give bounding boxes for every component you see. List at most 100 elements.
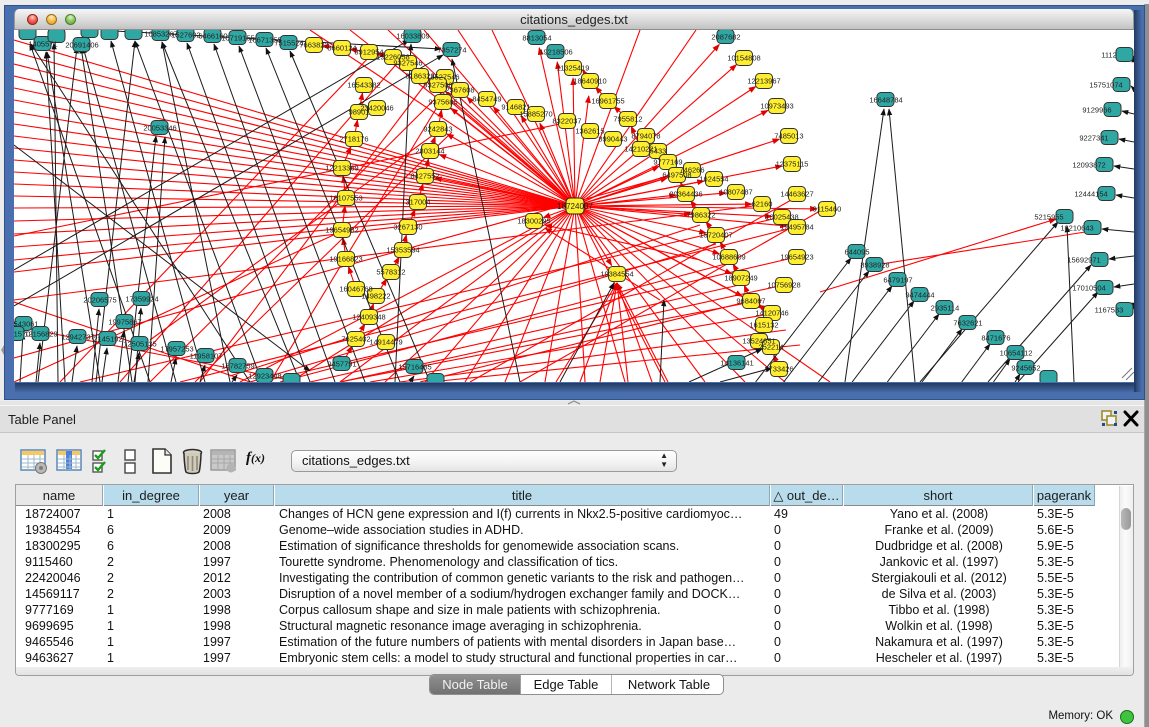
svg-text:6479197: 6479197 bbox=[883, 276, 912, 285]
svg-text:16210643: 16210643 bbox=[1060, 224, 1093, 233]
svg-text:17359924: 17359924 bbox=[125, 295, 158, 304]
svg-text:16543382: 16543382 bbox=[347, 81, 380, 90]
svg-text:252214: 252214 bbox=[758, 343, 783, 352]
svg-text:20206575: 20206575 bbox=[83, 296, 116, 305]
svg-text:10973493: 10973493 bbox=[760, 102, 793, 111]
svg-text:16107553: 16107553 bbox=[329, 194, 362, 203]
svg-text:9777169: 9777169 bbox=[653, 158, 682, 167]
svg-text:7986322: 7986322 bbox=[686, 211, 715, 220]
svg-text:12375115: 12375115 bbox=[776, 160, 809, 169]
svg-text:8471676: 8471676 bbox=[981, 334, 1010, 343]
svg-text:16961755: 16961755 bbox=[591, 97, 624, 106]
svg-text:12409348: 12409348 bbox=[352, 313, 385, 322]
svg-text:9474444: 9474444 bbox=[905, 291, 934, 300]
svg-text:11958107: 11958107 bbox=[190, 352, 223, 361]
svg-text:8454749: 8454749 bbox=[472, 95, 501, 104]
svg-text:19654923: 19654923 bbox=[780, 253, 813, 262]
svg-text:7632621: 7632621 bbox=[953, 319, 982, 328]
svg-text:9242843: 9242843 bbox=[423, 125, 452, 134]
svg-text:1167533: 1167533 bbox=[1095, 306, 1124, 315]
svg-text:11325419: 11325419 bbox=[557, 64, 590, 73]
svg-text:12444154: 12444154 bbox=[1074, 190, 1107, 199]
svg-text:1112: 1112 bbox=[1101, 51, 1117, 60]
svg-text:8813054: 8813054 bbox=[522, 34, 551, 43]
svg-text:1527602: 1527602 bbox=[171, 31, 200, 40]
svg-text:12505135: 12505135 bbox=[123, 340, 156, 349]
svg-text:12213369: 12213369 bbox=[325, 164, 358, 173]
svg-text:8660124: 8660124 bbox=[327, 44, 356, 53]
svg-text:62160: 62160 bbox=[752, 200, 773, 209]
svg-text:15692971: 15692971 bbox=[1067, 256, 1100, 265]
svg-text:10654112: 10654112 bbox=[1000, 349, 1033, 358]
svg-text:1405571: 1405571 bbox=[28, 40, 57, 49]
svg-text:15720407: 15720407 bbox=[699, 231, 732, 240]
svg-text:1543061: 1543061 bbox=[14, 320, 39, 329]
svg-text:18640910: 18640910 bbox=[573, 77, 606, 86]
svg-text:2087682: 2087682 bbox=[711, 33, 740, 42]
svg-text:19166823: 19166823 bbox=[329, 255, 362, 264]
svg-text:20364436: 20364436 bbox=[669, 190, 702, 199]
svg-text:98901: 98901 bbox=[349, 108, 370, 117]
svg-text:3267130: 3267130 bbox=[393, 223, 422, 232]
svg-text:19384554: 19384554 bbox=[600, 270, 633, 279]
svg-text:317004: 317004 bbox=[405, 198, 430, 207]
svg-text:1615132: 1615132 bbox=[749, 321, 778, 330]
svg-text:10756928: 10756928 bbox=[767, 281, 800, 290]
svg-text:9115460: 9115460 bbox=[813, 205, 842, 214]
svg-text:12156829: 12156829 bbox=[24, 330, 57, 339]
svg-text:20053346: 20053346 bbox=[143, 124, 176, 133]
svg-text:2935114: 2935114 bbox=[931, 304, 960, 313]
svg-text:7357274: 7357274 bbox=[437, 46, 466, 55]
svg-text:14463627: 14463627 bbox=[780, 190, 813, 199]
svg-text:9129966: 9129966 bbox=[1082, 106, 1111, 115]
svg-text:1624554: 1624554 bbox=[699, 175, 728, 184]
svg-text:14136141: 14136141 bbox=[720, 359, 753, 368]
svg-text:12213967: 12213967 bbox=[747, 77, 780, 86]
svg-text:2367608: 2367608 bbox=[445, 86, 474, 95]
svg-text:2145192: 2145192 bbox=[93, 335, 122, 344]
svg-text:15353594: 15353594 bbox=[386, 246, 419, 255]
svg-text:14120746: 14120746 bbox=[755, 309, 788, 318]
svg-text:18300295: 18300295 bbox=[517, 217, 550, 226]
svg-text:15885270: 15885270 bbox=[519, 110, 552, 119]
svg-text:8427552: 8427552 bbox=[410, 172, 439, 181]
svg-text:10025438: 10025438 bbox=[765, 213, 798, 222]
svg-text:15716485: 15716485 bbox=[398, 363, 431, 372]
svg-text:19495784: 19495784 bbox=[780, 223, 813, 232]
svg-text:9457791: 9457791 bbox=[327, 360, 356, 369]
svg-text:7485013: 7485013 bbox=[774, 132, 803, 141]
svg-text:7625402: 7625402 bbox=[341, 335, 370, 344]
svg-text:9327546: 9327546 bbox=[393, 59, 422, 68]
svg-text:16046768: 16046768 bbox=[339, 285, 372, 294]
svg-text:12942737: 12942737 bbox=[61, 333, 94, 342]
svg-text:9375685: 9375685 bbox=[428, 98, 457, 107]
svg-text:10807487: 10807487 bbox=[719, 188, 752, 197]
svg-text:19654982: 19654982 bbox=[325, 226, 358, 235]
svg-text:8938928: 8938928 bbox=[860, 261, 889, 270]
svg-text:16648784: 16648784 bbox=[869, 96, 902, 105]
svg-text:10688609: 10688609 bbox=[712, 253, 745, 262]
svg-text:644095: 644095 bbox=[844, 248, 869, 257]
svg-text:746266: 746266 bbox=[679, 166, 704, 175]
svg-text:9245652: 9245652 bbox=[1011, 364, 1040, 373]
svg-text:10154808: 10154808 bbox=[727, 54, 760, 63]
svg-text:12923448: 12923448 bbox=[248, 372, 281, 381]
svg-text:12093872: 12093872 bbox=[1072, 161, 1105, 170]
svg-text:2803144: 2803144 bbox=[415, 147, 444, 156]
svg-text:8322037: 8322037 bbox=[552, 117, 581, 126]
svg-text:5215955: 5215955 bbox=[1034, 213, 1063, 222]
svg-text:18907249: 18907249 bbox=[724, 274, 757, 283]
svg-text:18724007: 18724007 bbox=[557, 202, 593, 211]
svg-text:9227341: 9227341 bbox=[1079, 134, 1108, 143]
svg-text:2718176: 2718176 bbox=[339, 135, 368, 144]
svg-text:14914479: 14914479 bbox=[369, 338, 402, 347]
svg-text:19975867: 19975867 bbox=[108, 318, 141, 327]
svg-text:19218506: 19218506 bbox=[539, 48, 572, 57]
svg-text:16782759: 16782759 bbox=[221, 362, 254, 371]
svg-text:9684067: 9684067 bbox=[736, 297, 765, 306]
svg-text:8990443: 8990443 bbox=[598, 135, 627, 144]
svg-text:8794078: 8794078 bbox=[631, 132, 660, 141]
svg-text:16033809: 16033809 bbox=[396, 32, 429, 41]
svg-text:1733426: 1733426 bbox=[764, 365, 793, 374]
svg-text:7663822: 7663822 bbox=[299, 41, 328, 50]
